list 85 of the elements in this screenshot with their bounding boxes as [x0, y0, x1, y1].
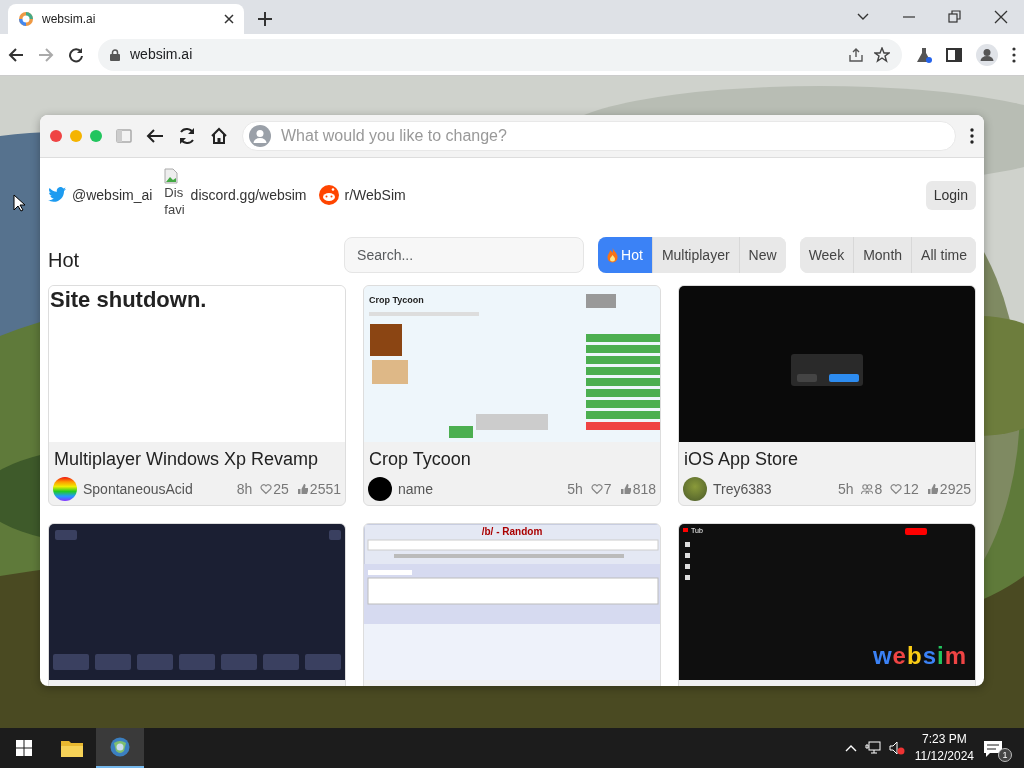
- close-icon[interactable]: [224, 14, 234, 24]
- muted-speaker-icon[interactable]: [888, 741, 905, 755]
- author-name: name: [398, 479, 435, 499]
- flame-icon: [607, 247, 619, 263]
- profile-icon[interactable]: [976, 43, 998, 66]
- back-arrow-icon[interactable]: [8, 46, 24, 63]
- window-control-dot[interactable]: [70, 130, 82, 142]
- back-arrow-icon[interactable]: [146, 128, 164, 144]
- star-icon[interactable]: [874, 46, 890, 63]
- browser-tab[interactable]: websim.ai: [8, 4, 244, 34]
- search-field[interactable]: Search...: [344, 237, 585, 273]
- preview-heading: /b/ - Random: [480, 525, 544, 539]
- preview-heading: Site shutdown.: [49, 286, 208, 314]
- author-name: SpontaneousAcid: [83, 479, 194, 499]
- network-icon[interactable]: [864, 741, 881, 755]
- time-ago: 5h: [567, 479, 583, 499]
- social-link[interactable]: @websim_ai: [48, 184, 153, 206]
- avatar: [53, 477, 77, 501]
- heart-icon: [260, 483, 273, 495]
- thumbs-up-icon: [619, 483, 632, 495]
- project-card[interactable]: iOS App Store Trey6383 5h 8 12 2925: [678, 285, 976, 506]
- stat-count: 12: [903, 479, 919, 499]
- stat-count: 818: [632, 479, 656, 499]
- stat-count: 8: [874, 479, 883, 499]
- project-card[interactable]: Site shutdown. Multiplayer Windows Xp Revamp SpontaneousAcid 8h 25 2551: [48, 285, 346, 506]
- alt-text: Dis: [164, 184, 185, 201]
- home-icon[interactable]: [210, 127, 228, 145]
- close-icon[interactable]: [994, 10, 1008, 24]
- broken-image-icon: [164, 168, 179, 184]
- folder-icon: [61, 739, 83, 757]
- kebab-menu-icon[interactable]: [1012, 46, 1016, 63]
- favicon-icon: [18, 11, 34, 27]
- section-title: Hot: [48, 248, 81, 272]
- avatar: [368, 477, 392, 501]
- globe-icon: [110, 737, 130, 757]
- project-card[interactable]: Crop Tycoon Crop Tycoon name 5h 7 818: [363, 285, 661, 506]
- filter-tab[interactable]: Week: [799, 237, 855, 273]
- flask-icon[interactable]: [916, 46, 932, 63]
- bird-icon: [48, 187, 66, 203]
- time-ago: 5h: [837, 479, 854, 499]
- card-title: Multiplayer Windows Xp Revamp: [53, 448, 320, 471]
- avatar: [683, 477, 707, 501]
- thumbs-up-icon: [296, 483, 309, 495]
- address-bar[interactable]: websim.ai: [98, 38, 902, 71]
- websim-logo: websim: [872, 641, 967, 671]
- taskbar-app[interactable]: [96, 728, 144, 768]
- new-tab-icon[interactable]: [258, 12, 272, 26]
- reload-icon[interactable]: [68, 46, 84, 63]
- heart-icon: [590, 483, 603, 495]
- social-link[interactable]: Dis favi discord.gg/websim: [164, 172, 307, 218]
- time-ago: 8h: [236, 479, 253, 499]
- alt-text: favi: [164, 201, 185, 218]
- robot-face-icon: [318, 185, 339, 205]
- tab-title: websim.ai: [42, 11, 97, 28]
- card-title: Crop Tycoon: [368, 448, 472, 471]
- login-button[interactable]: Login: [925, 180, 976, 210]
- filter-tab[interactable]: Hot: [598, 237, 653, 273]
- social-link[interactable]: r/WebSim: [318, 184, 406, 206]
- clock[interactable]: 7:23 PM 11/12/2024: [914, 731, 974, 765]
- reload-icon[interactable]: [178, 127, 196, 145]
- card-title: iOS App Store: [683, 448, 800, 471]
- project-card[interactable]: /b/ - Random: [363, 523, 661, 686]
- window-control-dot[interactable]: [50, 130, 62, 142]
- chevron-up-icon[interactable]: [844, 744, 857, 752]
- stat-count: 2551: [309, 479, 341, 499]
- prompt-bar[interactable]: What would you like to change?: [242, 121, 956, 151]
- user-avatar-icon: [249, 125, 271, 147]
- stat-count: 2925: [939, 479, 971, 499]
- lock-icon: [110, 48, 120, 61]
- chat-icon: [984, 740, 1002, 757]
- restore-icon[interactable]: [948, 10, 962, 24]
- people-icon: [861, 483, 874, 495]
- heart-icon: [890, 483, 903, 495]
- stat-count: 7: [603, 479, 612, 499]
- notification-count: 1: [998, 748, 1012, 762]
- preview-heading: Crop Tycoon: [369, 294, 424, 307]
- side-panel-icon[interactable]: [946, 46, 962, 63]
- share-icon[interactable]: [848, 46, 864, 63]
- author-name: Trey6383: [713, 479, 773, 499]
- kebab-menu-icon[interactable]: [970, 128, 974, 144]
- window-control-dot[interactable]: [90, 130, 102, 142]
- thumbs-up-icon: [926, 483, 939, 495]
- windows-icon: [16, 740, 32, 756]
- stat-count: 25: [273, 479, 289, 499]
- mouse-pointer-icon: [13, 194, 25, 212]
